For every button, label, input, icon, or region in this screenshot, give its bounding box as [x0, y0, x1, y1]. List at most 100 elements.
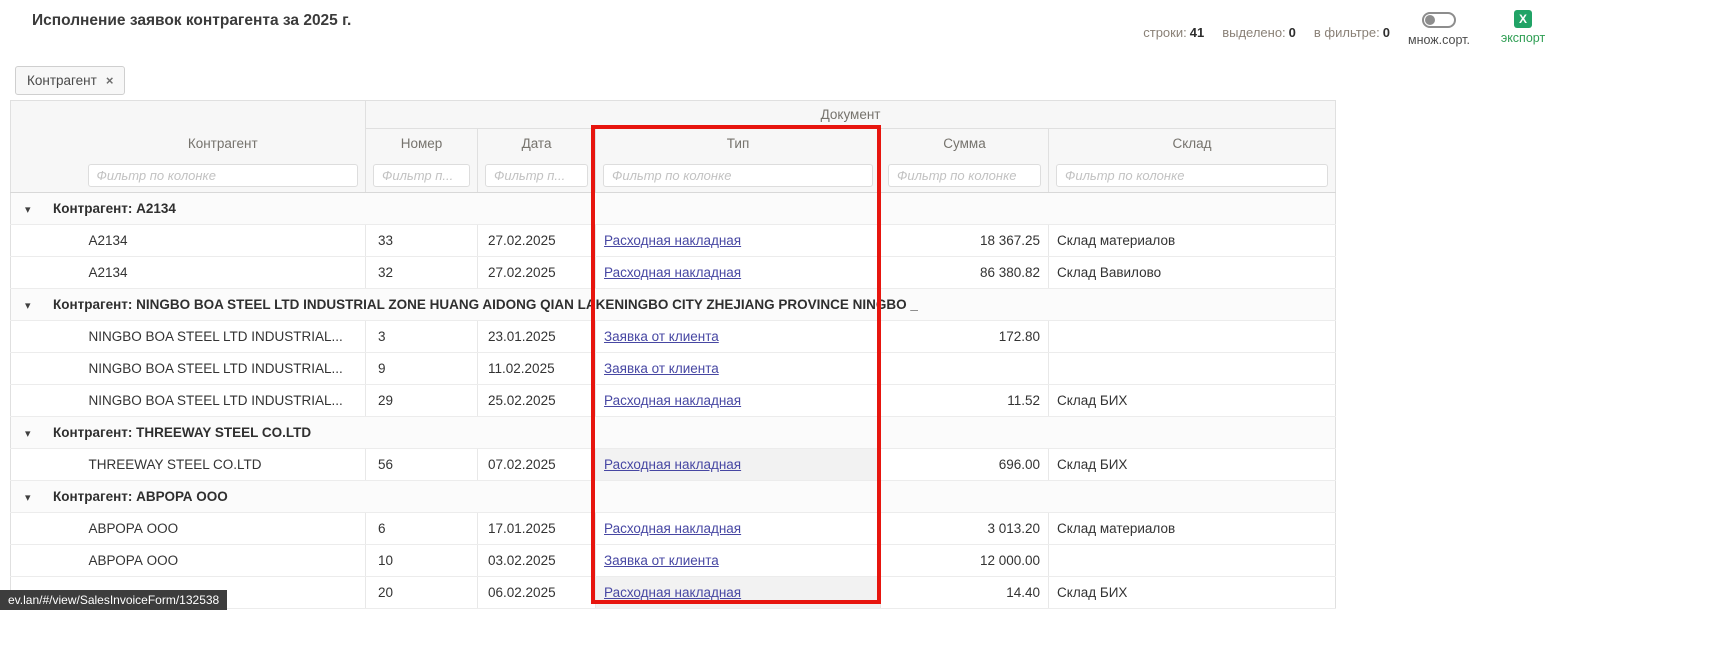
- cell-date: 11.02.2025: [478, 353, 596, 385]
- row-expander-cell: [11, 449, 46, 481]
- cell-sum: 696.00: [881, 449, 1049, 481]
- cell-date: 07.02.2025: [478, 449, 596, 481]
- document-type-link[interactable]: Заявка от клиента: [604, 553, 719, 568]
- cell-date: 25.02.2025: [478, 385, 596, 417]
- column-header-sum[interactable]: Сумма: [881, 129, 1049, 159]
- filter-input-contragent[interactable]: [88, 164, 359, 187]
- table-row[interactable]: АВРОРА ООО1003.02.2025Заявка от клиента1…: [11, 545, 1336, 577]
- group-label: Контрагент: THREEWAY STEEL CO.LTD: [53, 425, 311, 440]
- document-type-link[interactable]: Расходная накладная: [604, 457, 741, 472]
- cell-doc-type: Расходная накладная: [596, 385, 881, 417]
- filter-input-warehouse[interactable]: [1056, 164, 1328, 187]
- cell-doc-type: Расходная накладная: [596, 449, 881, 481]
- column-group-document: Документ: [366, 101, 1336, 129]
- cell-doc-type: Расходная накладная: [596, 577, 881, 609]
- cell-warehouse: Склад БИХ: [1049, 577, 1336, 609]
- row-expander-cell: [11, 513, 46, 545]
- column-header-date[interactable]: Дата: [478, 129, 596, 159]
- cell-sum: 3 013.20: [881, 513, 1049, 545]
- toggle-knob-icon: [1425, 15, 1435, 25]
- rows-count: строки:41: [1143, 25, 1204, 40]
- multisort-toggle[interactable]: [1422, 12, 1456, 28]
- column-header-warehouse[interactable]: Склад: [1049, 129, 1336, 159]
- document-type-link[interactable]: Расходная накладная: [604, 265, 741, 280]
- table-row[interactable]: NINGBO BOA STEEL LTD INDUSTRIAL...323.01…: [11, 321, 1336, 353]
- cell-doc-type: Расходная накладная: [596, 513, 881, 545]
- cell-date: 06.02.2025: [478, 577, 596, 609]
- expander-column-header: [11, 129, 46, 159]
- filter-input-sum[interactable]: [888, 164, 1041, 187]
- document-type-link[interactable]: Расходная накладная: [604, 585, 741, 600]
- cell-warehouse: Склад БИХ: [1049, 449, 1336, 481]
- table-row[interactable]: NINGBO BOA STEEL LTD INDUSTRIAL...2925.0…: [11, 385, 1336, 417]
- cell-date: 17.01.2025: [478, 513, 596, 545]
- filter-input-number[interactable]: [373, 164, 470, 187]
- table-row[interactable]: АВРОРА ООО617.01.2025Расходная накладная…: [11, 513, 1336, 545]
- collapse-group-icon[interactable]: ▾: [25, 299, 39, 312]
- group-label: Контрагент: А2134: [53, 201, 176, 216]
- cell-date: 23.01.2025: [478, 321, 596, 353]
- filter-spacer: [46, 159, 81, 193]
- cell-doc-type: Заявка от клиента: [596, 321, 881, 353]
- table-row[interactable]: NINGBO BOA STEEL LTD INDUSTRIAL...911.02…: [11, 353, 1336, 385]
- group-label: Контрагент: NINGBO BOA STEEL LTD INDUSTR…: [53, 297, 918, 312]
- cell-doc-type: Расходная накладная: [596, 257, 881, 289]
- document-type-link[interactable]: Заявка от клиента: [604, 361, 719, 376]
- collapse-group-icon[interactable]: ▾: [25, 427, 39, 440]
- filter-input-type[interactable]: [603, 164, 873, 187]
- table-body: ▾ Контрагент: А2134 А21343327.02.2025Расхо…: [11, 193, 1336, 609]
- document-type-link[interactable]: Расходная накладная: [604, 393, 741, 408]
- document-type-link[interactable]: Расходная накладная: [604, 521, 741, 536]
- cell-sum: [881, 353, 1049, 385]
- cell-number: 10: [366, 545, 478, 577]
- cell-number: 20: [366, 577, 478, 609]
- selected-count-value: 0: [1289, 25, 1296, 40]
- export-button[interactable]: X экспорт: [1496, 10, 1550, 45]
- cell-warehouse: [1049, 545, 1336, 577]
- document-type-link[interactable]: Заявка от клиента: [604, 329, 719, 344]
- chip-close-icon[interactable]: ×: [106, 73, 114, 88]
- table-row[interactable]: А21343327.02.2025Расходная накладная18 3…: [11, 225, 1336, 257]
- rows-count-label: строки:: [1143, 25, 1186, 40]
- group-cell: ▾ Контрагент: АВРОРА ООО: [11, 481, 1336, 513]
- document-type-link[interactable]: Расходная накладная: [604, 233, 741, 248]
- column-header-contragent[interactable]: Контрагент: [81, 129, 366, 159]
- row-expander-cell: [11, 225, 46, 257]
- cell-sum: 14.40: [881, 577, 1049, 609]
- cell-sum: 12 000.00: [881, 545, 1049, 577]
- cell-warehouse: Склад материалов: [1049, 513, 1336, 545]
- multisort-label: множ.сорт.: [1408, 33, 1470, 47]
- column-header-type[interactable]: Тип: [596, 129, 881, 159]
- multisort-control: множ.сорт.: [1402, 12, 1476, 47]
- collapse-group-icon[interactable]: ▾: [25, 203, 39, 216]
- group-row[interactable]: ▾ Контрагент: NINGBO BOA STEEL LTD INDUST…: [11, 289, 1336, 321]
- cell-contragent: А2134: [81, 257, 366, 289]
- collapse-group-icon[interactable]: ▾: [25, 491, 39, 504]
- group-cell: ▾ Контрагент: А2134: [11, 193, 1336, 225]
- group-row[interactable]: ▾ Контрагент: THREEWAY STEEL CO.LTD: [11, 417, 1336, 449]
- cell-number: 32: [366, 257, 478, 289]
- column-header-number[interactable]: Номер: [366, 129, 478, 159]
- table-row[interactable]: THREEWAY STEEL CO.LTD5607.02.2025Расходн…: [11, 449, 1336, 481]
- table-row[interactable]: А21343227.02.2025Расходная накладная86 3…: [11, 257, 1336, 289]
- excel-icon: X: [1514, 10, 1532, 28]
- filter-input-date[interactable]: [485, 164, 588, 187]
- group-row[interactable]: ▾ Контрагент: АВРОРА ООО: [11, 481, 1336, 513]
- app-window: Исполнение заявок контрагента за 2025 г.…: [0, 0, 1720, 665]
- row-blank-cell: [46, 353, 81, 385]
- cell-number: 29: [366, 385, 478, 417]
- cell-warehouse: [1049, 353, 1336, 385]
- filtered-count-value: 0: [1383, 25, 1390, 40]
- filter-chip-contragent[interactable]: Контрагент ×: [15, 66, 125, 95]
- cell-sum: 18 367.25: [881, 225, 1049, 257]
- row-blank-cell: [46, 321, 81, 353]
- filtered-count-label: в фильтре:: [1314, 25, 1380, 40]
- row-expander-cell: [11, 321, 46, 353]
- group-label: Контрагент: АВРОРА ООО: [53, 489, 228, 504]
- header-spacer: [11, 101, 366, 129]
- cell-date: 27.02.2025: [478, 257, 596, 289]
- filter-chip-label: Контрагент: [27, 73, 97, 88]
- filter-spacer: [11, 159, 46, 193]
- group-row[interactable]: ▾ Контрагент: А2134: [11, 193, 1336, 225]
- row-expander-cell: [11, 257, 46, 289]
